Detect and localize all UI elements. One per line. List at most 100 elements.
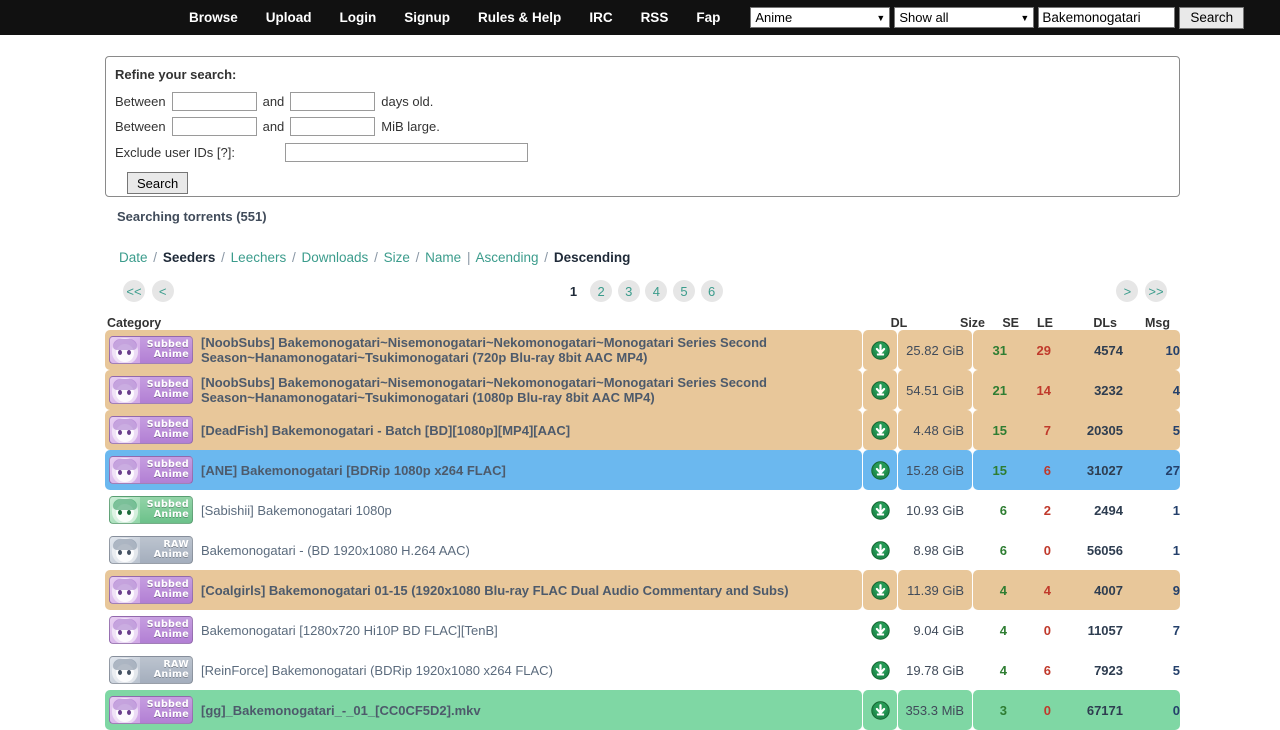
category-badge[interactable]: Subbed Anime <box>109 416 193 444</box>
search-input[interactable] <box>1038 7 1176 28</box>
torrent-title-link[interactable]: [gg]_Bakemonogatari_-_01_[CC0CF5D2].mkv <box>201 703 491 718</box>
download-link[interactable] <box>863 410 898 450</box>
download-link[interactable] <box>863 530 897 570</box>
download-link[interactable] <box>863 490 897 530</box>
refine-days-max-input[interactable] <box>290 92 376 111</box>
download-link[interactable] <box>863 650 897 690</box>
column-header-size[interactable]: Size <box>917 316 985 330</box>
category-badge[interactable]: Subbed Anime <box>109 336 193 364</box>
top-navigation-bar: Browse Upload Login Signup Rules & Help … <box>0 0 1280 35</box>
download-arrow-icon <box>871 380 890 400</box>
refine-days-unit-label: days old. <box>381 94 434 109</box>
torrent-title-link[interactable]: [Coalgirls] Bakemonogatari 01-15 (1920x1… <box>201 583 799 598</box>
download-link[interactable] <box>863 330 898 370</box>
nav-link-fap[interactable]: Fap <box>682 0 734 35</box>
table-row[interactable]: RAW Anime [ReinForce] Bakemonogatari (BDRi… <box>105 650 1180 690</box>
search-button[interactable]: Search <box>1179 6 1245 29</box>
pagination-next-button[interactable]: > <box>1116 280 1139 302</box>
category-badge[interactable]: RAW Anime <box>109 656 193 684</box>
row-stats: 21 14 3232 4 <box>973 370 1180 410</box>
sort-link-downloads[interactable]: Downloads <box>302 250 369 265</box>
anime-face-icon <box>110 377 140 403</box>
refine-exclude-input[interactable] <box>285 143 528 162</box>
pagination-page-2[interactable]: 2 <box>590 280 613 302</box>
nav-link-login[interactable]: Login <box>326 0 391 35</box>
pagination-page-6[interactable]: 6 <box>700 280 723 302</box>
column-header-dl[interactable]: DL <box>881 316 917 330</box>
torrent-title-link[interactable]: [ReinForce] Bakemonogatari (BDRip 1920x1… <box>201 663 563 678</box>
nav-link-rss[interactable]: RSS <box>627 0 683 35</box>
sort-link-seeders[interactable]: Seeders <box>163 250 216 265</box>
nav-link-rules-help[interactable]: Rules & Help <box>464 0 575 35</box>
table-row[interactable]: Subbed Anime [Coalgirls] Bakemonogatari 01… <box>105 570 1180 610</box>
download-link[interactable] <box>863 610 897 650</box>
nav-link-browse[interactable]: Browse <box>175 0 252 35</box>
torrent-title-link[interactable]: Bakemonogatari - (BD 1920x1080 H.264 AAC… <box>201 543 480 558</box>
category-badge[interactable]: Subbed Anime <box>109 496 193 524</box>
pagination-page-3[interactable]: 3 <box>617 280 640 302</box>
refine-heading: Refine your search: <box>115 67 237 82</box>
table-row[interactable]: Subbed Anime [NoobSubs] Bakemonogatari~Nis… <box>105 370 1180 410</box>
sort-link-ascending[interactable]: Ascending <box>475 250 538 265</box>
downloads-count: 67171 <box>1086 702 1123 718</box>
table-row[interactable]: Subbed Anime [DeadFish] Bakemonogatari - B… <box>105 410 1180 450</box>
download-link[interactable] <box>863 450 898 490</box>
column-header-msg[interactable]: Msg <box>1117 316 1170 330</box>
table-row[interactable]: Subbed Anime [gg]_Bakemonogatari_-_01_[CC0… <box>105 690 1180 730</box>
sort-link-name[interactable]: Name <box>425 250 461 265</box>
category-badge[interactable]: RAW Anime <box>109 536 193 564</box>
refine-size-min-input[interactable] <box>171 117 257 136</box>
torrent-title-link[interactable]: [ANE] Bakemonogatari [BDRip 1080p x264 F… <box>201 463 516 478</box>
table-row[interactable]: RAW Anime Bakemonogatari - (BD 1920x1080 H… <box>105 530 1180 570</box>
seeders-count: 3 <box>999 702 1007 718</box>
column-header-se[interactable]: SE <box>985 316 1019 330</box>
category-badge[interactable]: Subbed Anime <box>109 576 193 604</box>
table-row[interactable]: Subbed Anime [ANE] Bakemonogatari [BDRip 1… <box>105 450 1180 490</box>
pagination-page-4[interactable]: 4 <box>645 280 668 302</box>
column-header-category[interactable]: Category <box>105 316 881 330</box>
sort-link-leechers[interactable]: Leechers <box>231 250 287 265</box>
column-header-le[interactable]: LE <box>1019 316 1053 330</box>
pagination-last-button[interactable]: >> <box>1145 280 1167 302</box>
nav-link-irc[interactable]: IRC <box>575 0 626 35</box>
download-link[interactable] <box>863 570 898 610</box>
category-badge[interactable]: Subbed Anime <box>109 616 193 644</box>
table-row[interactable]: Subbed Anime [NoobSubs] Bakemonogatari~Nis… <box>105 330 1180 370</box>
table-row[interactable]: Subbed Anime [Sabishii] Bakemonogatari 108… <box>105 490 1180 530</box>
anime-face-icon <box>110 497 140 523</box>
column-header-dls[interactable]: DLs <box>1053 316 1117 330</box>
torrent-title-link[interactable]: [NoobSubs] Bakemonogatari~Nisemonogatari… <box>201 375 862 405</box>
row-category-and-title: Subbed Anime [ANE] Bakemonogatari [BDRip 1… <box>105 450 863 490</box>
anime-face-icon <box>110 697 140 723</box>
seeders-count: 15 <box>992 422 1007 438</box>
torrent-size: 19.78 GiB <box>906 662 964 678</box>
category-select[interactable]: Anime <box>750 7 891 28</box>
sort-link-date[interactable]: Date <box>119 250 148 265</box>
nav-link-upload[interactable]: Upload <box>252 0 326 35</box>
download-link[interactable] <box>863 690 898 730</box>
category-badge[interactable]: Subbed Anime <box>109 376 193 404</box>
category-badge-text: Subbed Anime <box>140 377 192 403</box>
category-badge-line2: Anime <box>153 549 189 560</box>
torrent-title-link[interactable]: [Sabishii] Bakemonogatari 1080p <box>201 503 402 518</box>
refine-days-min-input[interactable] <box>171 92 257 111</box>
sort-link-size[interactable]: Size <box>384 250 410 265</box>
category-badge[interactable]: Subbed Anime <box>109 696 193 724</box>
pagination-page-5[interactable]: 5 <box>672 280 695 302</box>
category-badge[interactable]: Subbed Anime <box>109 456 193 484</box>
refine-size-max-input[interactable] <box>290 117 376 136</box>
table-row[interactable]: Subbed Anime Bakemonogatari [1280x720 Hi10… <box>105 610 1180 650</box>
torrent-title-link[interactable]: [DeadFish] Bakemonogatari - Batch [BD][1… <box>201 423 580 438</box>
refine-search-button[interactable]: Search <box>127 172 189 194</box>
torrent-title-link[interactable]: Bakemonogatari [1280x720 Hi10P BD FLAC][… <box>201 623 508 638</box>
seeders-count: 6 <box>999 502 1007 518</box>
download-link[interactable] <box>863 370 898 410</box>
pagination-page-1[interactable]: 1 <box>562 280 584 302</box>
filter-select-wrapper: Show all ▼ <box>894 7 1035 28</box>
torrent-title-link[interactable]: [NoobSubs] Bakemonogatari~Nisemonogatari… <box>201 335 862 365</box>
seeders-count: 6 <box>999 542 1007 558</box>
filter-select[interactable]: Show all <box>894 7 1035 28</box>
seeders-count: 4 <box>999 662 1007 678</box>
sort-link-descending[interactable]: Descending <box>554 250 631 265</box>
nav-link-signup[interactable]: Signup <box>390 0 464 35</box>
